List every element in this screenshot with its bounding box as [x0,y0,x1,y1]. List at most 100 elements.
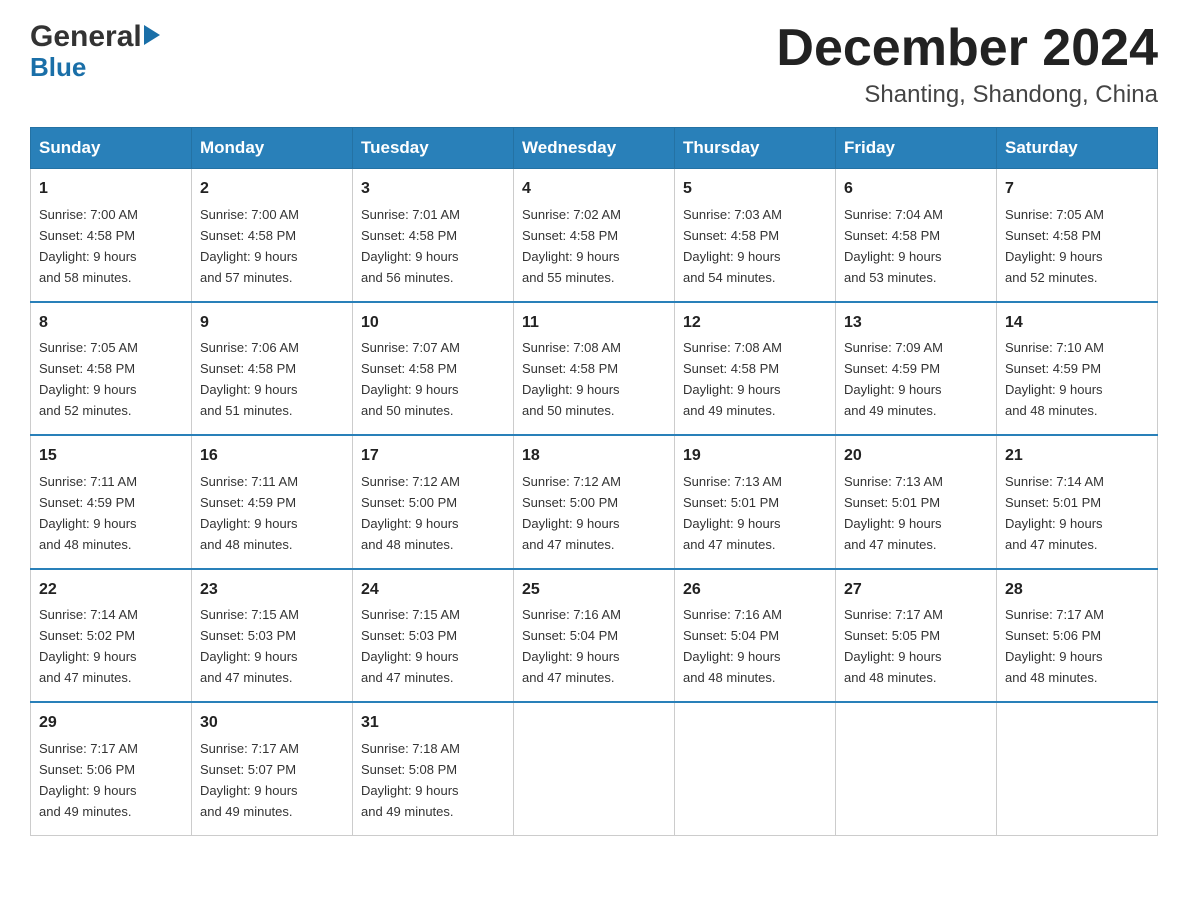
col-sunday: Sunday [31,128,192,169]
day-number: 6 [844,177,988,202]
day-info: Sunrise: 7:17 AMSunset: 5:07 PMDaylight:… [200,741,299,819]
logo: General Blue [30,20,160,83]
day-info: Sunrise: 7:05 AMSunset: 4:58 PMDaylight:… [39,340,138,418]
day-number: 30 [200,711,344,736]
table-row [514,702,675,835]
col-thursday: Thursday [675,128,836,169]
table-row: 1 Sunrise: 7:00 AMSunset: 4:58 PMDayligh… [31,169,192,302]
day-info: Sunrise: 7:01 AMSunset: 4:58 PMDaylight:… [361,207,460,285]
table-row: 7 Sunrise: 7:05 AMSunset: 4:58 PMDayligh… [997,169,1158,302]
day-number: 12 [683,311,827,336]
day-info: Sunrise: 7:10 AMSunset: 4:59 PMDaylight:… [1005,340,1104,418]
day-info: Sunrise: 7:05 AMSunset: 4:58 PMDaylight:… [1005,207,1104,285]
day-info: Sunrise: 7:11 AMSunset: 4:59 PMDaylight:… [200,474,298,552]
col-tuesday: Tuesday [353,128,514,169]
table-row: 6 Sunrise: 7:04 AMSunset: 4:58 PMDayligh… [836,169,997,302]
col-wednesday: Wednesday [514,128,675,169]
table-row: 25 Sunrise: 7:16 AMSunset: 5:04 PMDaylig… [514,569,675,702]
day-number: 22 [39,578,183,603]
calendar-week-row: 1 Sunrise: 7:00 AMSunset: 4:58 PMDayligh… [31,169,1158,302]
calendar-week-row: 29 Sunrise: 7:17 AMSunset: 5:06 PMDaylig… [31,702,1158,835]
day-number: 4 [522,177,666,202]
day-number: 13 [844,311,988,336]
day-info: Sunrise: 7:03 AMSunset: 4:58 PMDaylight:… [683,207,782,285]
table-row: 9 Sunrise: 7:06 AMSunset: 4:58 PMDayligh… [192,302,353,435]
table-row: 20 Sunrise: 7:13 AMSunset: 5:01 PMDaylig… [836,435,997,568]
month-year-title: December 2024 [776,20,1158,77]
day-info: Sunrise: 7:08 AMSunset: 4:58 PMDaylight:… [683,340,782,418]
day-number: 27 [844,578,988,603]
day-number: 8 [39,311,183,336]
table-row [675,702,836,835]
table-row: 17 Sunrise: 7:12 AMSunset: 5:00 PMDaylig… [353,435,514,568]
calendar-week-row: 22 Sunrise: 7:14 AMSunset: 5:02 PMDaylig… [31,569,1158,702]
day-info: Sunrise: 7:17 AMSunset: 5:06 PMDaylight:… [1005,607,1104,685]
logo-blue: Blue [30,52,86,83]
day-info: Sunrise: 7:02 AMSunset: 4:58 PMDaylight:… [522,207,621,285]
day-info: Sunrise: 7:08 AMSunset: 4:58 PMDaylight:… [522,340,621,418]
day-number: 19 [683,444,827,469]
day-info: Sunrise: 7:13 AMSunset: 5:01 PMDaylight:… [844,474,943,552]
day-info: Sunrise: 7:16 AMSunset: 5:04 PMDaylight:… [683,607,782,685]
day-number: 7 [1005,177,1149,202]
table-row: 12 Sunrise: 7:08 AMSunset: 4:58 PMDaylig… [675,302,836,435]
table-row: 16 Sunrise: 7:11 AMSunset: 4:59 PMDaylig… [192,435,353,568]
day-info: Sunrise: 7:00 AMSunset: 4:58 PMDaylight:… [39,207,138,285]
day-info: Sunrise: 7:12 AMSunset: 5:00 PMDaylight:… [522,474,621,552]
day-number: 20 [844,444,988,469]
table-row: 10 Sunrise: 7:07 AMSunset: 4:58 PMDaylig… [353,302,514,435]
day-info: Sunrise: 7:17 AMSunset: 5:06 PMDaylight:… [39,741,138,819]
day-info: Sunrise: 7:15 AMSunset: 5:03 PMDaylight:… [200,607,299,685]
day-info: Sunrise: 7:00 AMSunset: 4:58 PMDaylight:… [200,207,299,285]
table-row: 24 Sunrise: 7:15 AMSunset: 5:03 PMDaylig… [353,569,514,702]
day-number: 14 [1005,311,1149,336]
table-row [836,702,997,835]
table-row: 26 Sunrise: 7:16 AMSunset: 5:04 PMDaylig… [675,569,836,702]
day-info: Sunrise: 7:15 AMSunset: 5:03 PMDaylight:… [361,607,460,685]
table-row: 19 Sunrise: 7:13 AMSunset: 5:01 PMDaylig… [675,435,836,568]
page-header: General Blue December 2024 Shanting, Sha… [30,20,1158,109]
day-number: 25 [522,578,666,603]
day-number: 23 [200,578,344,603]
day-number: 18 [522,444,666,469]
table-row: 18 Sunrise: 7:12 AMSunset: 5:00 PMDaylig… [514,435,675,568]
table-row [997,702,1158,835]
day-number: 16 [200,444,344,469]
day-number: 5 [683,177,827,202]
table-row: 21 Sunrise: 7:14 AMSunset: 5:01 PMDaylig… [997,435,1158,568]
logo-general: General [30,20,142,54]
day-info: Sunrise: 7:06 AMSunset: 4:58 PMDaylight:… [200,340,299,418]
day-number: 24 [361,578,505,603]
day-info: Sunrise: 7:17 AMSunset: 5:05 PMDaylight:… [844,607,943,685]
day-number: 15 [39,444,183,469]
day-number: 28 [1005,578,1149,603]
day-info: Sunrise: 7:07 AMSunset: 4:58 PMDaylight:… [361,340,460,418]
table-row: 5 Sunrise: 7:03 AMSunset: 4:58 PMDayligh… [675,169,836,302]
calendar-week-row: 8 Sunrise: 7:05 AMSunset: 4:58 PMDayligh… [31,302,1158,435]
location-subtitle: Shanting, Shandong, China [776,81,1158,109]
calendar-header-row: Sunday Monday Tuesday Wednesday Thursday… [31,128,1158,169]
day-number: 31 [361,711,505,736]
day-info: Sunrise: 7:09 AMSunset: 4:59 PMDaylight:… [844,340,943,418]
day-number: 1 [39,177,183,202]
day-number: 21 [1005,444,1149,469]
day-info: Sunrise: 7:12 AMSunset: 5:00 PMDaylight:… [361,474,460,552]
table-row: 23 Sunrise: 7:15 AMSunset: 5:03 PMDaylig… [192,569,353,702]
day-number: 3 [361,177,505,202]
day-info: Sunrise: 7:16 AMSunset: 5:04 PMDaylight:… [522,607,621,685]
table-row: 2 Sunrise: 7:00 AMSunset: 4:58 PMDayligh… [192,169,353,302]
day-info: Sunrise: 7:14 AMSunset: 5:01 PMDaylight:… [1005,474,1104,552]
table-row: 30 Sunrise: 7:17 AMSunset: 5:07 PMDaylig… [192,702,353,835]
table-row: 4 Sunrise: 7:02 AMSunset: 4:58 PMDayligh… [514,169,675,302]
day-number: 17 [361,444,505,469]
table-row: 11 Sunrise: 7:08 AMSunset: 4:58 PMDaylig… [514,302,675,435]
day-number: 26 [683,578,827,603]
day-number: 11 [522,311,666,336]
day-info: Sunrise: 7:13 AMSunset: 5:01 PMDaylight:… [683,474,782,552]
day-info: Sunrise: 7:18 AMSunset: 5:08 PMDaylight:… [361,741,460,819]
title-block: December 2024 Shanting, Shandong, China [776,20,1158,109]
day-number: 9 [200,311,344,336]
day-info: Sunrise: 7:04 AMSunset: 4:58 PMDaylight:… [844,207,943,285]
col-friday: Friday [836,128,997,169]
col-saturday: Saturday [997,128,1158,169]
